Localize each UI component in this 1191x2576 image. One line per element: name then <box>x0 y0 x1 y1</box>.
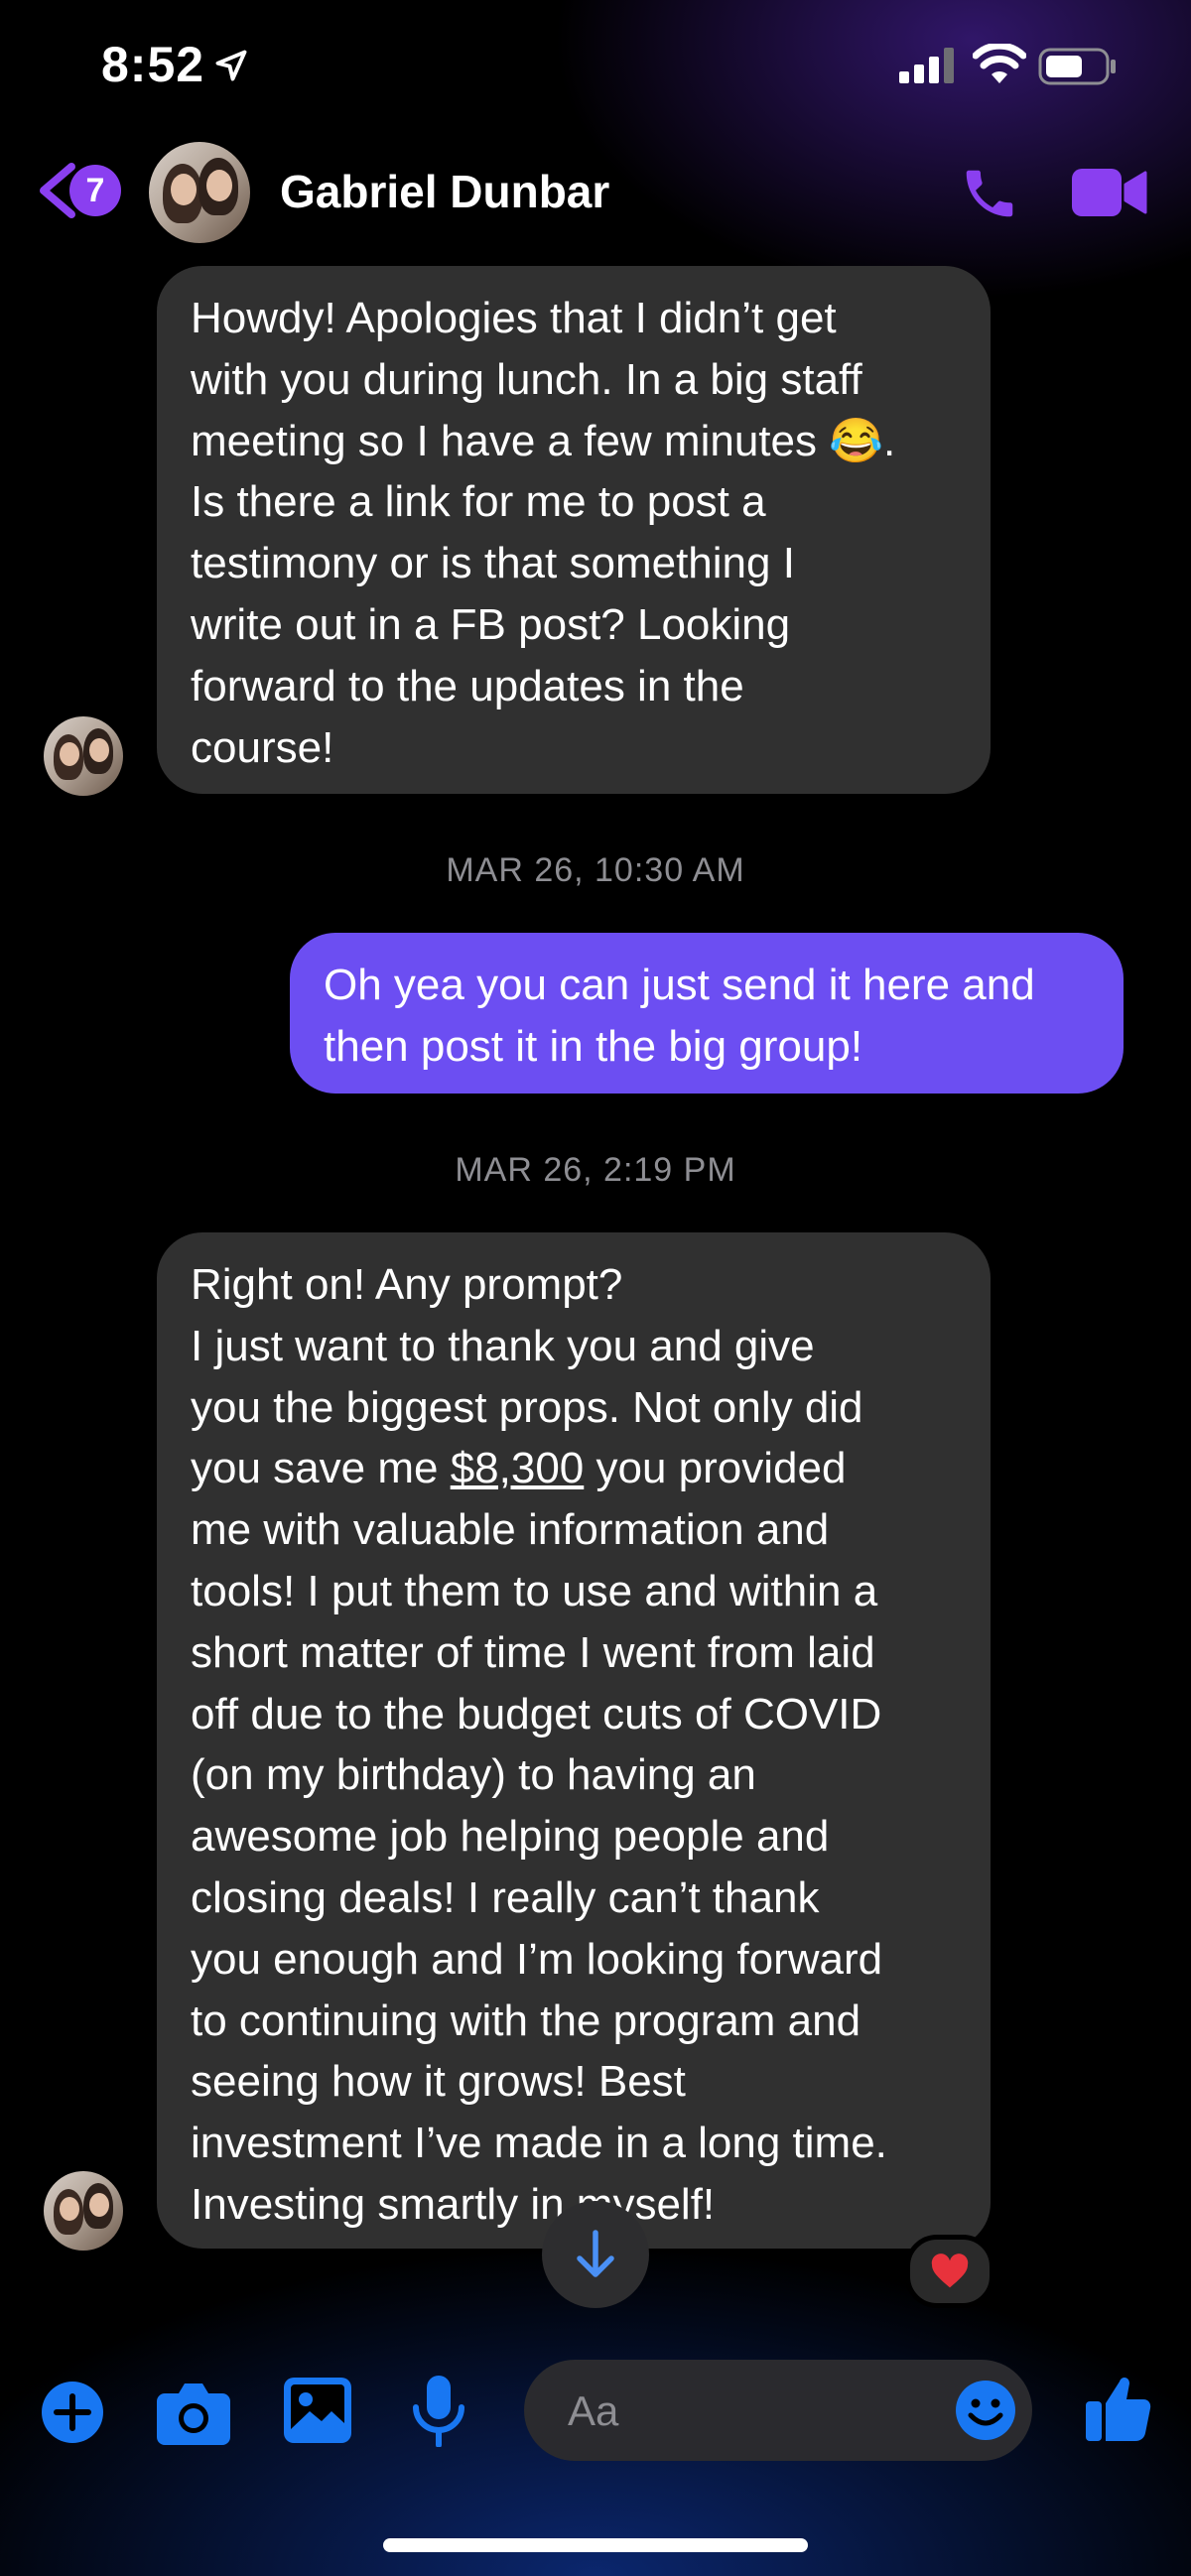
location-arrow-icon <box>215 50 247 81</box>
heart-icon <box>931 2254 969 2288</box>
avatar-face <box>60 742 79 766</box>
message-timestamp: MAR 26, 2:19 PM <box>455 1151 736 1189</box>
avatar-face <box>171 174 197 205</box>
message-input[interactable] <box>566 2383 927 2439</box>
contact-name[interactable]: Gabriel Dunbar <box>280 165 609 218</box>
message-composer[interactable] <box>524 2360 1032 2461</box>
video-camera-icon[interactable] <box>1072 165 1147 220</box>
cellular-signal-icon <box>899 48 954 83</box>
camera-icon[interactable] <box>157 2380 230 2445</box>
avatar-face <box>89 738 109 762</box>
unread-badge[interactable]: 7 <box>69 165 121 216</box>
arrow-down-icon <box>577 2230 614 2277</box>
avatar-face <box>206 170 232 201</box>
avatar-face <box>89 2193 109 2217</box>
wifi-icon <box>973 44 1026 83</box>
home-indicator <box>383 2538 808 2552</box>
incoming-message[interactable]: Right on! Any prompt? I just want to tha… <box>157 1232 991 2249</box>
status-time: 8:52 <box>101 37 205 92</box>
amount-link[interactable]: $8,300 <box>451 1444 585 1492</box>
sender-avatar[interactable] <box>44 2171 123 2251</box>
plus-circle-icon[interactable] <box>40 2380 105 2445</box>
image-icon[interactable] <box>284 2378 351 2443</box>
microphone-icon[interactable] <box>411 2376 466 2447</box>
message-timestamp: MAR 26, 10:30 AM <box>446 851 745 889</box>
thumbs-up-icon[interactable] <box>1086 2374 1151 2443</box>
sender-avatar[interactable] <box>44 716 123 796</box>
battery-icon <box>1038 48 1116 85</box>
phone-icon[interactable] <box>959 163 1020 224</box>
heart-reaction[interactable] <box>905 2235 994 2308</box>
smiley-icon[interactable] <box>955 2380 1016 2441</box>
incoming-message[interactable]: Howdy! Apologies that I didn’t get with … <box>157 266 991 794</box>
contact-avatar[interactable] <box>149 142 250 243</box>
message-text: you provided me with valuable informatio… <box>191 1444 887 2229</box>
scroll-to-bottom-button[interactable] <box>542 2201 649 2308</box>
outgoing-message[interactable]: Oh yea you can just send it here and the… <box>290 933 1124 1094</box>
avatar-face <box>60 2197 79 2221</box>
